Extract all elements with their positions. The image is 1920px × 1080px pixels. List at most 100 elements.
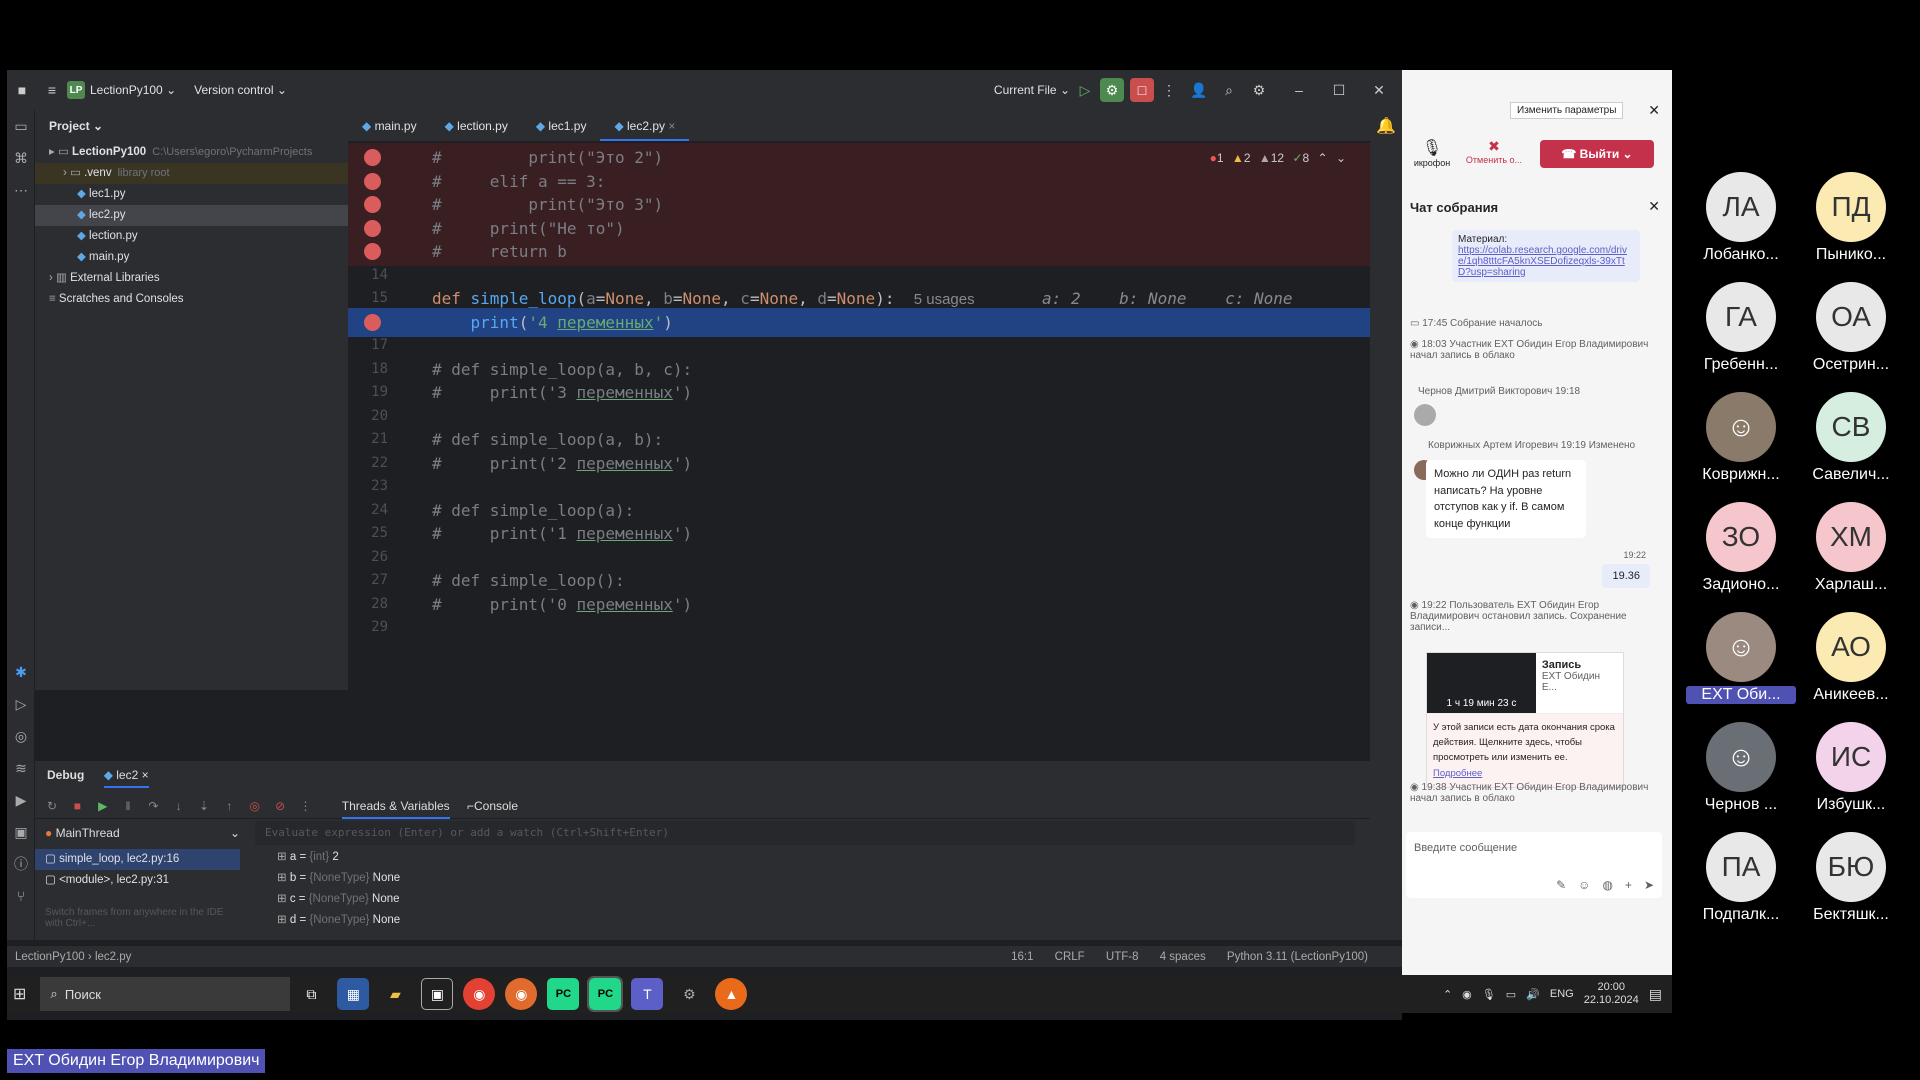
more-icon[interactable]: ⋮ (1154, 75, 1184, 105)
notifications-bell-icon[interactable]: 🔔 (1370, 116, 1402, 136)
windows-start-icon[interactable]: ⊞ (13, 984, 26, 1004)
pycharm-ce-icon[interactable]: PC (547, 978, 580, 1010)
emoji-icon[interactable]: ☺ (1578, 878, 1590, 892)
breakpoint-icon[interactable] (364, 243, 381, 260)
settings-gear-icon[interactable]: ⚙ (1244, 75, 1274, 105)
editor-tab[interactable]: ◆ lection.py (431, 110, 522, 141)
taskbar-search[interactable]: ⌕ Поиск (40, 977, 291, 1011)
debug-session-tab[interactable]: ◆ lec2 × (103, 768, 149, 788)
close-icon[interactable]: ✕ (1364, 75, 1394, 105)
view-breakpoints-icon[interactable]: ◎ (244, 793, 266, 819)
teams-icon[interactable]: T (631, 978, 664, 1010)
terminal-tool-icon[interactable]: ▣ (7, 816, 35, 848)
breakpoint-icon[interactable] (364, 219, 381, 237)
volume-icon[interactable]: 🔊 (1526, 988, 1540, 1001)
change-settings-button[interactable]: Изменить параметры (1510, 102, 1624, 119)
app-icon[interactable]: ▲ (715, 978, 748, 1010)
more-tools-icon[interactable]: ⋯ (7, 174, 35, 206)
tray-chevron-icon[interactable]: ⌃ (1443, 988, 1452, 1001)
participant-tile[interactable]: ХМ Харлаш... (1796, 502, 1906, 594)
indent-setting[interactable]: 4 spaces (1160, 951, 1206, 963)
cancel-button[interactable]: ✖ Отменить о... (1464, 138, 1524, 165)
breakpoint-icon[interactable] (364, 172, 381, 190)
mute-breakpoints-icon[interactable]: ⊘ (269, 793, 291, 819)
thread-selector[interactable]: ● MainThread ⌄ (35, 821, 240, 845)
python-packages-icon[interactable]: ◎ (7, 720, 35, 752)
stack-frame[interactable]: ▢ <module>, lec2.py:31 (35, 870, 240, 891)
participant-tile[interactable]: ЛА Лобанко... (1686, 172, 1796, 264)
breakpoint-icon[interactable] (364, 196, 381, 213)
run-config-selector[interactable]: Current File ⌄ (994, 83, 1070, 97)
participant-tile[interactable]: БЮ Бектяшк... (1796, 832, 1906, 924)
editor-tab[interactable]: ◆ lec2.py × (600, 110, 690, 141)
line-separator[interactable]: CRLF (1055, 951, 1085, 963)
debug-more-icon[interactable]: ⋮ (294, 793, 316, 819)
layers-tool-icon[interactable]: ≋ (7, 752, 35, 784)
main-menu-icon[interactable]: ≡ (37, 75, 67, 105)
run-tool-icon[interactable]: ▷ (7, 688, 35, 720)
participant-tile[interactable]: ЗО Задионо... (1686, 502, 1796, 594)
attach-plus-icon[interactable]: + (1625, 878, 1632, 892)
variable-row[interactable]: ⊞ d = {NoneType} None (277, 910, 977, 931)
breakpoint-icon[interactable] (364, 149, 381, 166)
chrome-icon[interactable]: ◉ (463, 978, 496, 1010)
sticker-icon[interactable]: ◍ (1602, 878, 1612, 892)
tree-item[interactable]: ◆ lection.py (35, 226, 348, 247)
step-into-my-code-icon[interactable]: ⇣ (193, 793, 215, 819)
tree-item[interactable]: ◆ main.py (35, 247, 348, 268)
caret-position[interactable]: 16:1 (1011, 951, 1033, 963)
tree-item[interactable]: › ▭ .venv library root (35, 163, 348, 184)
search-icon[interactable]: ⌕ (1214, 75, 1244, 105)
more-link[interactable]: Подробнее (1433, 768, 1482, 779)
threads-variables-tab[interactable]: Threads & Variables (341, 799, 450, 819)
tree-item[interactable]: ◆ lec1.py (35, 184, 348, 205)
notifications-icon[interactable]: ▤ (1649, 986, 1662, 1003)
tray-app-icon[interactable]: ◉ (1462, 988, 1472, 1001)
rerun-icon[interactable]: ↻ (41, 793, 63, 819)
participant-tile[interactable]: АО Аникеев... (1796, 612, 1906, 704)
maximize-icon[interactable]: ☐ (1324, 75, 1354, 105)
stack-frame[interactable]: ▢ simple_loop, lec2.py:16 (35, 849, 240, 870)
material-link[interactable]: https://colab.research.google.com/drive/… (1458, 245, 1634, 278)
editor-tab[interactable]: ◆ main.py (348, 110, 431, 141)
participant-tile[interactable]: ОА Осетрин... (1796, 282, 1906, 374)
tree-item[interactable]: ▸ ▭ LectionPy100 C:\Users\egoro\PycharmPr… (35, 142, 348, 163)
terminal-app-icon[interactable]: ▣ (421, 978, 454, 1010)
pause-icon[interactable]: ‖ (117, 793, 139, 819)
python-interpreter[interactable]: Python 3.11 (LectionPy100) (1227, 951, 1368, 963)
ubuntu-icon[interactable]: ⚙ (673, 978, 705, 1010)
participant-tile[interactable]: ИС Избушк... (1796, 722, 1906, 814)
vcs-selector[interactable]: Version control ⌄ (194, 83, 287, 97)
format-icon[interactable]: ✎ (1556, 878, 1566, 892)
code-editor[interactable]: # print("Это 2") # elif a == 3: # print("Э… (348, 143, 1370, 760)
structure-tool-icon[interactable]: ⌘ (7, 142, 35, 174)
step-out-icon[interactable]: ↑ (218, 793, 240, 819)
clock[interactable]: 20:00 22.10.2024 (1584, 981, 1639, 1007)
chevron-down-icon[interactable]: ⌄ (1336, 151, 1346, 165)
recording-card[interactable]: 1 ч 19 мин 23 с Запись EXT Обидин Е... У … (1426, 652, 1624, 788)
services-tool-icon[interactable]: ▶ (7, 784, 35, 816)
tree-item[interactable]: ◆ lec2.py (35, 205, 348, 226)
file-encoding[interactable]: UTF-8 (1106, 951, 1139, 963)
variable-row[interactable]: ⊞ c = {NoneType} None (277, 889, 977, 910)
stop-debug-icon[interactable]: ■ (66, 793, 88, 819)
tree-item[interactable]: ≡ Scratches and Consoles (35, 289, 348, 310)
project-selector[interactable]: LectionPy100 ⌄ (90, 83, 176, 97)
tray-mic-icon[interactable]: 🎙 (1482, 988, 1496, 1001)
participant-tile[interactable]: ☺ EXT Оби... (1686, 612, 1796, 704)
participant-tile[interactable]: ГА Гребенн... (1686, 282, 1796, 374)
network-icon[interactable]: ▭ (1506, 988, 1516, 1001)
participant-tile[interactable]: ☺ Чернов ... (1686, 722, 1796, 814)
tree-item[interactable]: › ▥ External Libraries (35, 268, 348, 289)
variable-row[interactable]: ⊞ b = {NoneType} None (277, 868, 977, 889)
stop-icon[interactable]: □ (1130, 78, 1154, 102)
minimize-icon[interactable]: – (1284, 75, 1314, 105)
run-icon[interactable]: ▷ (1070, 75, 1100, 105)
leave-meeting-button[interactable]: ☎ Выйти ⌄ (1540, 140, 1654, 168)
step-into-icon[interactable]: ↓ (168, 793, 190, 819)
project-panel-header[interactable]: Project ⌄ (35, 110, 348, 142)
breakpoint-icon[interactable] (364, 313, 381, 331)
evaluate-expression-input[interactable]: Evaluate expression (Enter) or add a wat… (255, 821, 1355, 845)
pycharm-icon[interactable]: PC (587, 976, 624, 1012)
language-indicator[interactable]: ENG (1550, 988, 1574, 1000)
